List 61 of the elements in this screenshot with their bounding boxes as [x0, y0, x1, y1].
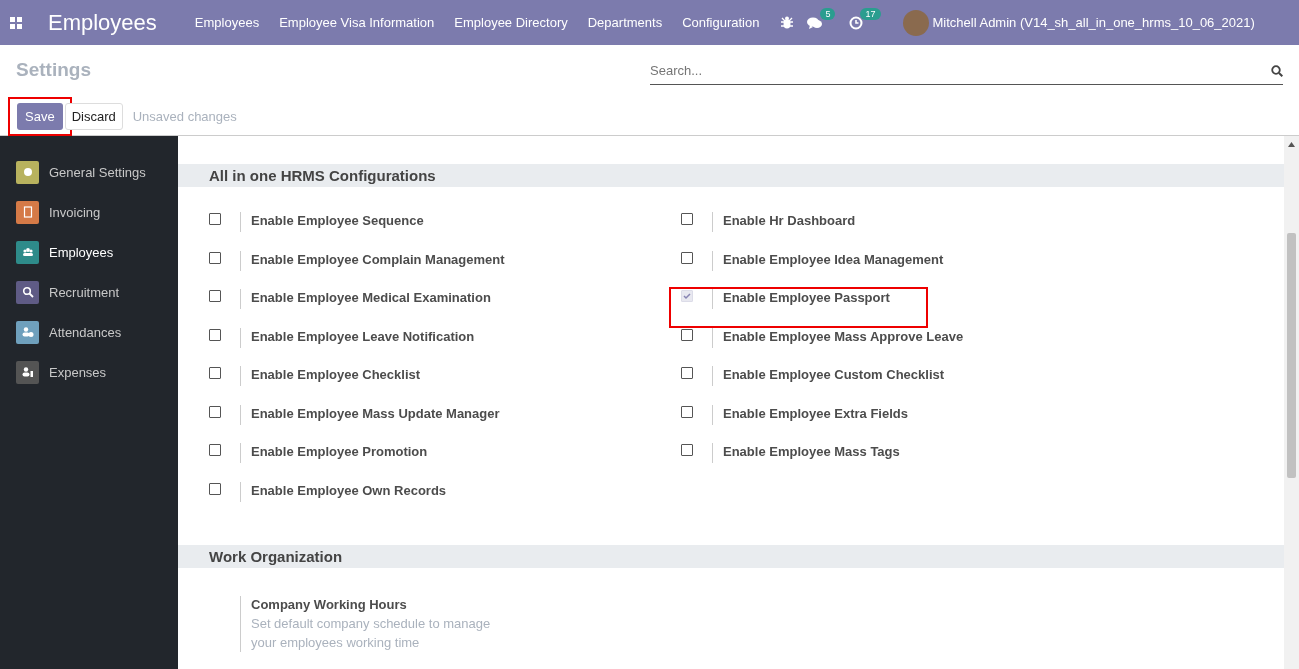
- sidebar-item[interactable]: Expenses: [0, 352, 178, 392]
- section-header: Work Organization: [178, 545, 1284, 568]
- chat-icon[interactable]: [807, 15, 824, 30]
- page-title: Settings: [16, 59, 91, 81]
- search-icon[interactable]: [1271, 64, 1283, 77]
- clock-icon[interactable]: [849, 15, 864, 30]
- sidebar-item[interactable]: Invoicing: [0, 192, 178, 232]
- sidebar-item[interactable]: Attendances: [0, 312, 178, 352]
- sidebar-item[interactable]: Recruitment: [0, 272, 178, 312]
- section-header: All in one HRMS Configurations: [178, 164, 1284, 187]
- option-label: Enable Employee Mass Approve Leave: [723, 327, 964, 346]
- checkbox[interactable]: [209, 290, 221, 302]
- scroll-thumb[interactable]: [1287, 233, 1296, 478]
- menu-item[interactable]: Employee Visa Information: [279, 15, 435, 30]
- checkbox[interactable]: [209, 482, 221, 495]
- scrollbar[interactable]: [1284, 136, 1299, 669]
- menu-item[interactable]: Configuration: [682, 15, 760, 30]
- checkbox[interactable]: [681, 213, 693, 225]
- option-description: Set default company schedule to manage your employees working time: [251, 615, 492, 652]
- option-label: Enable Employee Sequence: [251, 212, 424, 230]
- search-field[interactable]: Search...: [650, 58, 1271, 83]
- scroll-up-icon[interactable]: [1288, 142, 1295, 147]
- checkbox[interactable]: [209, 251, 221, 264]
- checkbox[interactable]: [681, 367, 693, 379]
- option-label: Enable Employee Promotion: [251, 443, 428, 461]
- checkbox[interactable]: [681, 251, 693, 264]
- checkbox[interactable]: [209, 213, 221, 225]
- option-label: Enable Employee Mass Tags: [723, 443, 900, 461]
- option-label: Enable Employee Passport: [723, 289, 890, 307]
- sidebar-item[interactable]: Employees: [0, 232, 178, 272]
- messages-count-badge: 5: [820, 7, 836, 20]
- option-label: Enable Employee Own Records: [251, 481, 447, 500]
- option-label: Enable Employee Complain Management: [251, 250, 505, 269]
- bug-icon[interactable]: [781, 16, 794, 29]
- option-label: Enable Employee Checklist: [251, 366, 421, 384]
- checkbox[interactable]: [209, 328, 221, 341]
- apps-grid-icon[interactable]: [10, 16, 22, 29]
- unsaved-status: Unsaved changes: [132, 109, 237, 124]
- option-label: Company Working Hours: [251, 596, 408, 614]
- checkbox[interactable]: [681, 405, 693, 418]
- checkbox[interactable]: [209, 405, 221, 418]
- option-label: Enable Employee Mass Update Manager: [251, 404, 500, 423]
- option-label: Enable Employee Extra Fields: [723, 404, 908, 423]
- user-name[interactable]: Mitchell Admin (V14_sh_all_in_one_hrms_10_06_2021): [932, 15, 1255, 30]
- checkbox[interactable]: [681, 328, 693, 341]
- discard-button[interactable]: Discard: [64, 103, 123, 130]
- app-title: Employees: [48, 9, 157, 36]
- menu-item[interactable]: Employee Directory: [454, 15, 568, 30]
- sidebar-item[interactable]: General Settings: [0, 152, 178, 192]
- option-label: Enable Employee Custom Checklist: [723, 366, 945, 384]
- option-label: Enable Employee Medical Examination: [251, 289, 491, 307]
- menu-item[interactable]: Employees: [194, 15, 260, 30]
- checkbox[interactable]: [209, 444, 221, 456]
- save-button[interactable]: Save: [17, 103, 63, 130]
- option-label: Enable Employee Idea Management: [723, 250, 944, 269]
- activities-count-badge: 17: [860, 7, 881, 20]
- menu-item[interactable]: Departments: [587, 15, 663, 30]
- option-label: Enable Hr Dashboard: [723, 212, 856, 230]
- checkbox[interactable]: [209, 367, 221, 379]
- option-label: Enable Employee Leave Notification: [251, 327, 475, 346]
- checkbox[interactable]: [681, 444, 693, 456]
